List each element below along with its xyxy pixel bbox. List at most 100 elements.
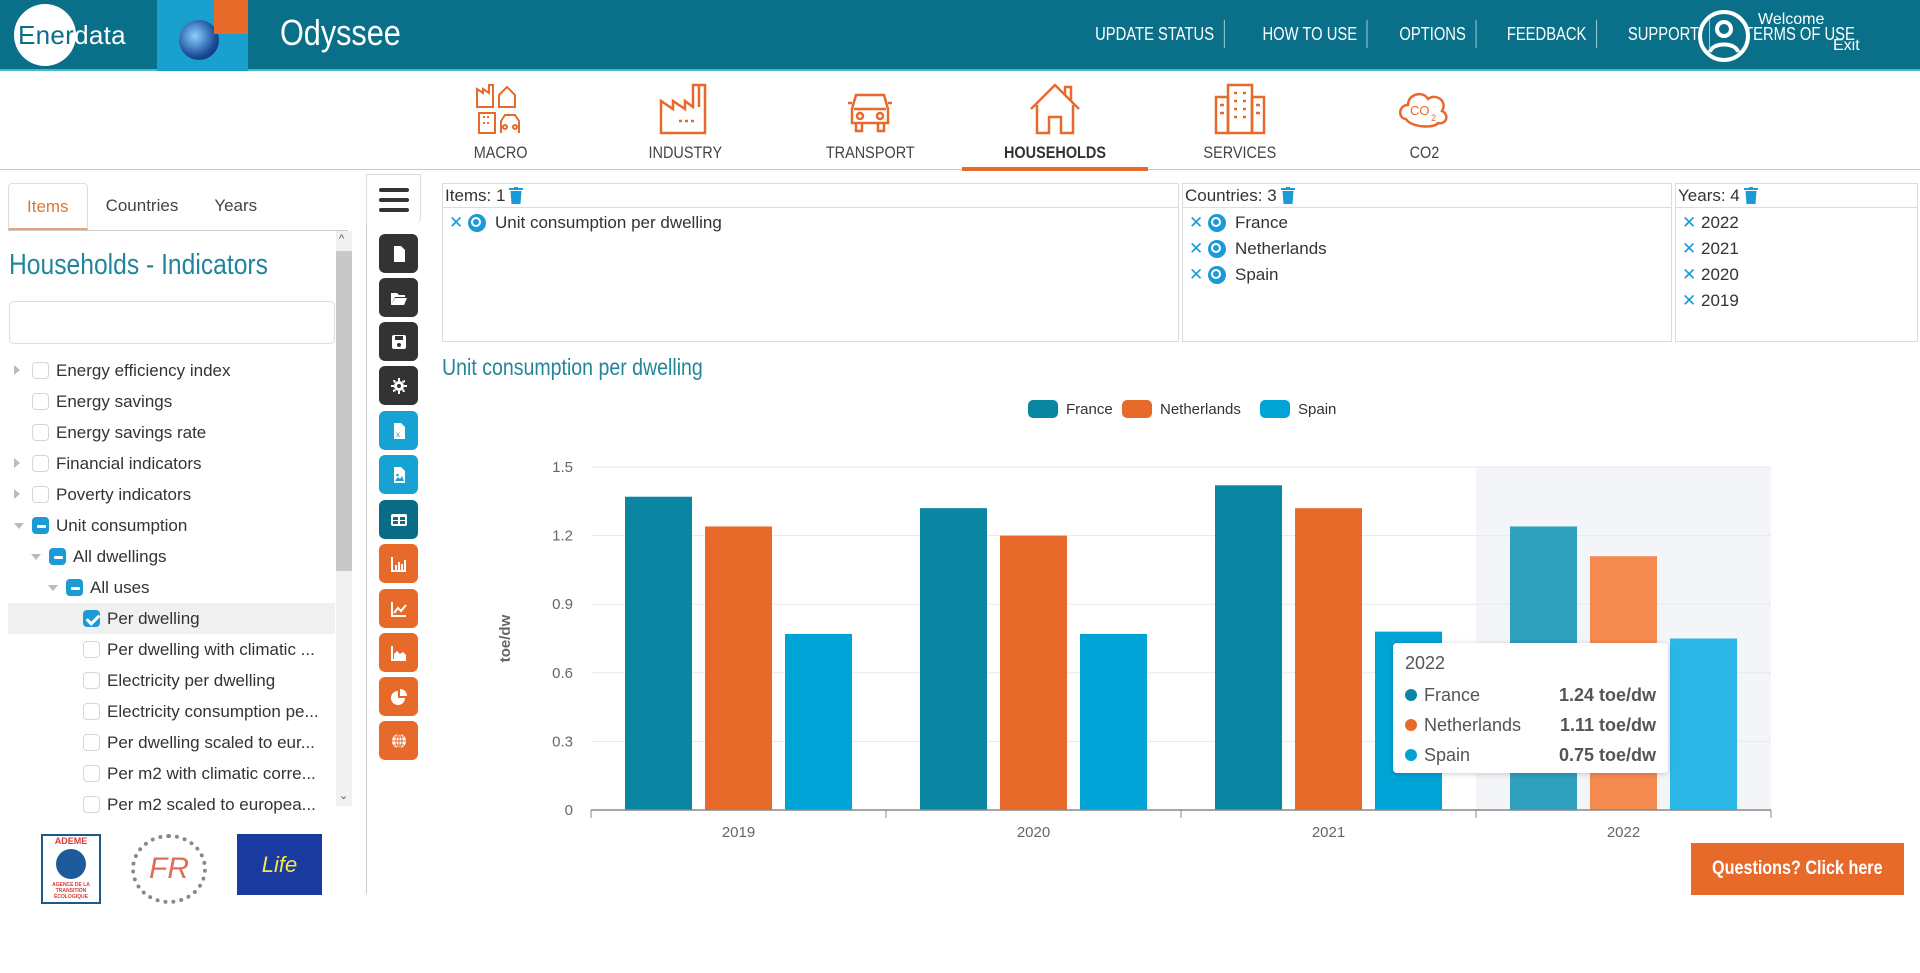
tree-item[interactable]: Energy savings [8,386,335,417]
tree-item[interactable]: Electricity consumption pe... [8,696,335,727]
tooltip-value: 0.75 toe/dw [1558,744,1656,765]
tree-item[interactable]: All dwellings [8,541,335,572]
nav-options[interactable]: OPTIONS [1390,20,1477,48]
category-macro[interactable]: MACRO [408,81,594,163]
tree-checkbox[interactable] [66,579,83,596]
line-chart-button[interactable] [379,589,418,628]
scroll-down-arrow-icon[interactable]: ⌄ [339,789,348,802]
eye-icon[interactable] [468,214,486,232]
tree-checkbox[interactable] [83,610,100,627]
eye-icon[interactable] [1208,266,1226,284]
tree-checkbox[interactable] [83,672,100,689]
user-avatar-icon[interactable] [1697,9,1751,63]
caret-down-icon[interactable] [14,523,24,529]
remove-x-icon[interactable]: ✕ [1682,291,1696,311]
tree-item[interactable]: Poverty indicators [8,479,335,510]
scrollbar-thumb[interactable] [336,251,352,571]
tree-checkbox[interactable] [32,486,49,503]
tree-checkbox[interactable] [83,703,100,720]
new-file-button[interactable] [379,234,418,273]
tree-item[interactable]: Electricity per dwelling [8,665,335,696]
tree-checkbox[interactable] [32,455,49,472]
bar-france-2019 [625,496,692,810]
image-export-button[interactable] [379,455,418,494]
toolbar-divider [366,224,367,894]
tree-checkbox[interactable] [83,641,100,658]
table-view-button[interactable] [379,500,418,539]
remove-x-icon[interactable]: ✕ [449,213,463,233]
trash-icon[interactable] [1280,187,1295,204]
tree-item[interactable]: Financial indicators [8,448,335,479]
category-transport[interactable]: TRANSPORT [777,81,963,163]
legend-swatch-netherlands [1122,400,1152,418]
years-selection-box: Years: 4 ✕ 2022 ✕ 2021 ✕ 2020 ✕ 2019 [1675,183,1918,342]
category-services[interactable]: SERVICES [1147,81,1333,163]
tree-checkbox[interactable] [83,796,100,813]
tree-item[interactable]: Energy savings rate [8,417,335,448]
y-tick-label: 1.5 [552,459,573,476]
remove-x-icon[interactable]: ✕ [1189,213,1203,233]
tree-item[interactable]: Unit consumption [8,510,335,541]
tree-checkbox[interactable] [83,734,100,751]
eye-icon[interactable] [1208,214,1226,232]
category-industry[interactable]: INDUSTRY [592,81,778,163]
globe-map-button[interactable] [379,721,418,760]
remove-x-icon[interactable]: ✕ [1682,213,1696,233]
tree-checkbox[interactable] [32,517,49,534]
enerdata-logo[interactable]: Enerdata [14,4,126,66]
globe-icon [179,20,219,60]
tree-item[interactable]: All uses [8,572,335,603]
bar-chart-button[interactable] [379,544,418,583]
tree-checkbox[interactable] [32,393,49,410]
tree-checkbox[interactable] [32,362,49,379]
caret-down-icon[interactable] [31,554,41,560]
tab-years[interactable]: Years [196,183,275,230]
area-chart-button[interactable] [379,633,418,672]
tree-checkbox[interactable] [32,424,49,441]
nav-feedback[interactable]: FEEDBACK [1497,20,1598,48]
remove-x-icon[interactable]: ✕ [1682,239,1696,259]
caret-right-icon[interactable] [14,365,20,375]
france-dot-icon [1405,689,1417,701]
exit-link[interactable]: Exit [1833,37,1860,55]
tree-checkbox[interactable] [83,765,100,782]
tree-item[interactable]: Per m2 with climatic corre... [8,758,335,789]
eye-icon[interactable] [1208,240,1226,258]
tree-item-label: Per m2 with climatic corre... [107,763,316,783]
tooltip-value: 1.24 toe/dw [1558,684,1656,705]
tree-item[interactable]: Per dwelling scaled to eur... [8,727,335,758]
gear-button[interactable] [379,366,418,405]
remove-x-icon[interactable]: ✕ [1682,265,1696,285]
folder-open-button[interactable] [379,278,418,317]
nav-how-to-use[interactable]: HOW TO USE [1253,20,1368,48]
excel-export-button[interactable]: x [379,411,418,450]
tree-item[interactable]: Per dwelling [8,603,335,634]
category-households[interactable]: HOUSEHOLDS [962,81,1148,171]
scroll-up-arrow-icon[interactable]: ^ [339,233,344,245]
ademe-logo-subtext: AGENCE DE LA TRANSITION ÉCOLOGIQUE [52,882,90,900]
category-co2[interactable]: CO 2 CO2 [1331,81,1517,163]
tab-items[interactable]: Items [8,183,88,230]
tree-item[interactable]: Per dwelling with climatic ... [8,634,335,665]
nav-update-status[interactable]: UPDATE STATUS [1085,20,1225,48]
tree-item[interactable]: Energy efficiency index [8,355,335,386]
tab-countries[interactable]: Countries [88,183,197,230]
trash-icon[interactable] [1743,187,1758,204]
tree-search-input[interactable] [9,301,335,344]
caret-down-icon[interactable] [48,585,58,591]
trash-icon[interactable] [509,187,524,204]
ademe-logo: ADEME AGENCE DE LA TRANSITION ÉCOLOGIQUE [41,834,101,904]
years-count: Years: 4 [1678,185,1740,205]
tree-checkbox[interactable] [49,548,66,565]
pie-chart-button[interactable] [379,677,418,716]
menu-toggle-button[interactable] [366,174,421,224]
questions-button[interactable]: Questions? Click here [1691,843,1904,895]
remove-x-icon[interactable]: ✕ [1189,265,1203,285]
caret-right-icon[interactable] [14,489,20,499]
tree-scrollbar[interactable]: ^ ⌄ [336,231,352,806]
remove-x-icon[interactable]: ✕ [1189,239,1203,259]
caret-right-icon[interactable] [14,458,20,468]
save-button[interactable] [379,322,418,361]
bar-spain-2019 [785,633,852,810]
countries-selected-item: ✕ France [1189,210,1671,236]
